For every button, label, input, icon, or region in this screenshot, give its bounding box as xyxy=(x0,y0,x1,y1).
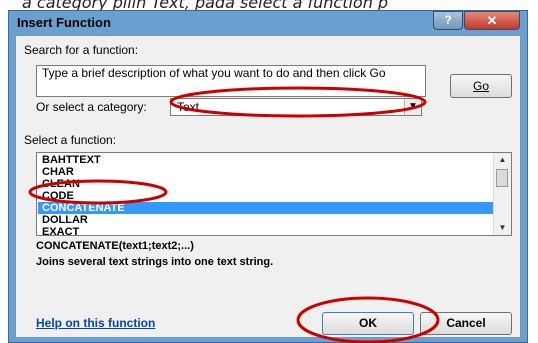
help-on-function-link[interactable]: Help on this function xyxy=(36,316,155,330)
category-label: Or select a category: xyxy=(36,100,147,114)
search-input[interactable]: Type a brief description of what you wan… xyxy=(36,65,426,97)
scroll-thumb[interactable] xyxy=(496,169,508,187)
list-item[interactable]: BAHTTEXT xyxy=(38,154,494,166)
title-bar[interactable]: Insert Function ? ✕ xyxy=(9,11,527,33)
go-button-label: Go xyxy=(472,79,489,93)
category-dropdown[interactable]: Text ▼ xyxy=(170,98,422,116)
go-button[interactable]: Go xyxy=(450,74,512,98)
chevron-down-icon[interactable]: ▼ xyxy=(404,99,421,115)
close-button[interactable]: ✕ xyxy=(464,11,520,30)
help-button[interactable]: ? xyxy=(433,11,463,30)
search-label: Search for a function: xyxy=(24,43,139,57)
function-description: Joins several text strings into one text… xyxy=(36,256,274,268)
cancel-button[interactable]: Cancel xyxy=(420,312,512,335)
list-item[interactable]: CODE xyxy=(38,190,494,202)
scroll-up-icon[interactable]: ▲ xyxy=(494,153,511,167)
insert-function-dialog: Insert Function ? ✕ Search for a functio… xyxy=(8,10,528,343)
list-item[interactable]: DOLLAR xyxy=(38,214,494,226)
ok-button[interactable]: OK xyxy=(322,312,414,335)
function-list[interactable]: BAHTTEXT CHAR CLEAN CODE CONCATENATE DOL… xyxy=(36,152,512,236)
category-value: Text xyxy=(177,100,200,114)
list-item[interactable]: EXACT xyxy=(38,226,494,235)
list-item[interactable]: CLEAN xyxy=(38,178,494,190)
dialog-body: Search for a function: Type a brief desc… xyxy=(15,35,521,338)
function-syntax: CONCATENATE(text1;text2;...) xyxy=(36,240,194,252)
vertical-scrollbar[interactable]: ▲ ▼ xyxy=(493,153,511,235)
functions-label: Select a function: xyxy=(24,133,117,147)
dialog-title: Insert Function xyxy=(17,15,111,30)
scroll-down-icon[interactable]: ▼ xyxy=(494,221,511,235)
list-item-selected[interactable]: CONCATENATE xyxy=(38,202,494,214)
list-item[interactable]: CHAR xyxy=(38,166,494,178)
